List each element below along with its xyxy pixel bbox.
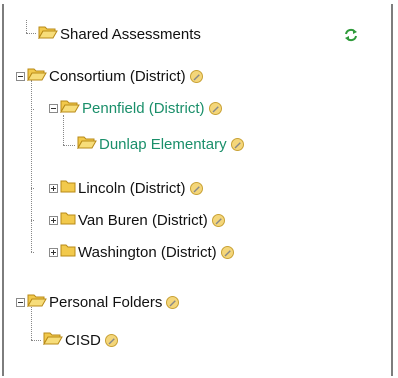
folder-open-icon <box>60 99 80 117</box>
folder-open-icon <box>27 67 47 85</box>
tree-connector <box>26 20 27 33</box>
pencil-icon[interactable] <box>208 101 222 115</box>
tree-connector <box>63 115 64 145</box>
tree-connector <box>31 252 34 253</box>
collapse-toggle[interactable] <box>16 297 25 307</box>
node-label: Personal Folders <box>49 293 163 311</box>
pencil-icon[interactable] <box>104 333 118 347</box>
tree-connector <box>63 145 75 146</box>
tree-node-cisd[interactable]: CISD <box>43 330 118 350</box>
node-label: Shared Assessments <box>60 25 201 43</box>
expand-toggle[interactable] <box>49 247 58 257</box>
tree-node-pennfield[interactable]: Pennfield (District) <box>49 98 222 118</box>
pencil-icon[interactable] <box>166 295 180 309</box>
tree-connector <box>31 340 41 341</box>
pencil-icon[interactable] <box>189 181 203 195</box>
node-label: Van Buren (District) <box>78 211 208 229</box>
pencil-icon[interactable] <box>189 69 203 83</box>
folder-tree-panel: Shared Assessments Consortium (District)… <box>2 4 393 376</box>
expand-toggle[interactable] <box>49 183 58 193</box>
collapse-toggle[interactable] <box>49 103 58 113</box>
folder-closed-icon <box>60 211 76 229</box>
tree-node-washington[interactable]: Washington (District) <box>49 242 234 262</box>
node-label: Consortium (District) <box>49 67 186 85</box>
tree-connector <box>31 80 32 252</box>
tree-node-personal-folders[interactable]: Personal Folders <box>16 292 180 312</box>
pencil-icon[interactable] <box>230 137 244 151</box>
node-label: Dunlap Elementary <box>99 135 227 153</box>
node-label: Washington (District) <box>78 243 217 261</box>
tree-connector <box>31 188 34 189</box>
refresh-icon[interactable] <box>344 28 358 47</box>
node-label: Lincoln (District) <box>78 179 186 197</box>
tree-node-lincoln[interactable]: Lincoln (District) <box>49 178 203 198</box>
folder-closed-icon <box>60 179 76 197</box>
collapse-toggle[interactable] <box>16 71 25 81</box>
tree-connector <box>26 33 36 34</box>
folder-open-icon <box>77 135 97 153</box>
folder-open-icon <box>38 25 58 43</box>
tree-node-shared-assessments[interactable]: Shared Assessments <box>38 24 201 44</box>
node-label: CISD <box>65 331 101 349</box>
tree-node-dunlap-elementary[interactable]: Dunlap Elementary <box>77 134 244 154</box>
tree-connector <box>31 220 34 221</box>
tree-node-van-buren[interactable]: Van Buren (District) <box>49 210 225 230</box>
pencil-icon[interactable] <box>211 213 225 227</box>
pencil-icon[interactable] <box>220 245 234 259</box>
tree-node-consortium[interactable]: Consortium (District) <box>16 66 203 86</box>
folder-closed-icon <box>60 243 76 261</box>
folder-open-icon <box>27 293 47 311</box>
folder-open-icon <box>43 331 63 349</box>
tree-connector <box>31 109 34 110</box>
node-label: Pennfield (District) <box>82 99 205 117</box>
expand-toggle[interactable] <box>49 215 58 225</box>
